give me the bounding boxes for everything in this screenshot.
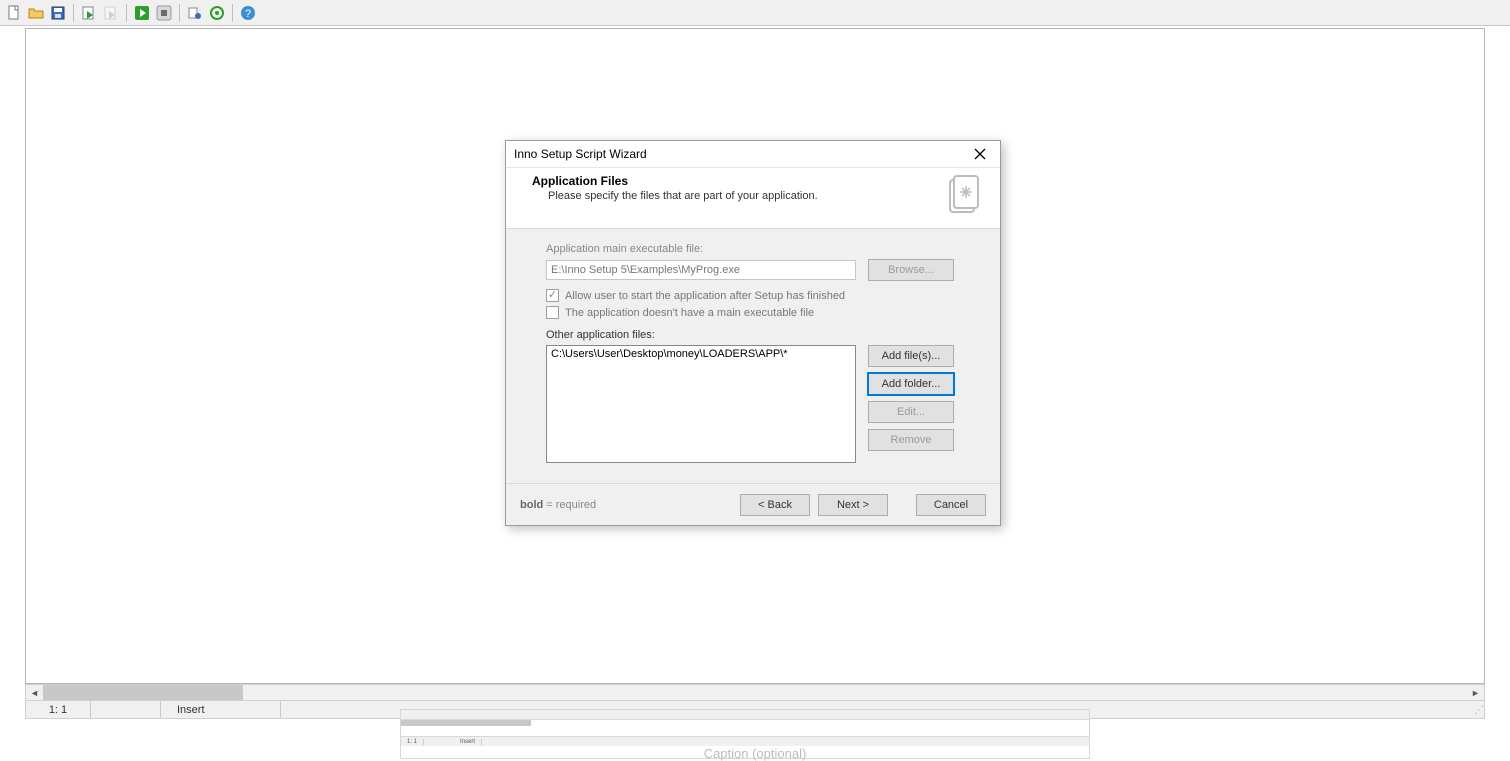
svg-text:?: ? <box>245 8 251 20</box>
dialog-footer: bold = required < Back Next > Cancel <box>506 483 1000 525</box>
exe-path-input <box>546 260 856 280</box>
next-button[interactable]: Next > <box>818 494 888 516</box>
scroll-track[interactable] <box>43 685 1467 700</box>
dialog-title-text: Inno Setup Script Wizard <box>514 147 647 161</box>
other-files-label: Other application files: <box>546 329 980 341</box>
status-mode: Insert <box>161 701 281 718</box>
main-toolbar: ? <box>0 0 1510 26</box>
no-main-exe-checkbox[interactable] <box>546 306 559 319</box>
dialog-heading: Application Files <box>532 174 938 188</box>
toolbar-separator <box>232 4 233 22</box>
back-button[interactable]: < Back <box>740 494 810 516</box>
no-main-exe-label: The application doesn't have a main exec… <box>565 307 814 319</box>
open-folder-icon[interactable] <box>26 3 46 23</box>
exe-label: Application main executable file: <box>546 243 980 255</box>
scroll-right-icon[interactable]: ► <box>1467 685 1484 700</box>
add-files-button[interactable]: Add file(s)... <box>868 345 954 367</box>
required-hint: bold = required <box>520 499 596 511</box>
new-file-icon[interactable] <box>4 3 24 23</box>
edit-button: Edit... <box>868 401 954 423</box>
allow-start-checkbox[interactable] <box>546 289 559 302</box>
status-empty <box>91 701 161 718</box>
list-item[interactable]: C:\Users\User\Desktop\money\LOADERS\APP\… <box>551 348 851 360</box>
save-icon[interactable] <box>48 3 68 23</box>
thumb-mode: Insert <box>454 739 482 745</box>
stop-icon[interactable] <box>154 3 174 23</box>
dialog-body: Application main executable file: Browse… <box>506 229 1000 483</box>
dialog-header: Application Files Please specify the fil… <box>506 168 1000 229</box>
toolbar-separator <box>73 4 74 22</box>
toolbar-separator <box>126 4 127 22</box>
help-icon[interactable]: ? <box>238 3 258 23</box>
toolbar-separator <box>179 4 180 22</box>
remove-button: Remove <box>868 429 954 451</box>
other-files-listbox[interactable]: C:\Users\User\Desktop\money\LOADERS\APP\… <box>546 345 856 463</box>
wizard-dialog: Inno Setup Script Wizard Application Fil… <box>505 140 1001 526</box>
cancel-button[interactable]: Cancel <box>916 494 986 516</box>
add-folder-button[interactable]: Add folder... <box>868 373 954 395</box>
wizard-page-icon <box>946 174 982 218</box>
horizontal-scrollbar[interactable]: ◄ ► <box>25 684 1485 701</box>
status-position: 1: 1 <box>26 701 91 718</box>
build-disabled-icon <box>101 3 121 23</box>
resize-grip-icon[interactable]: ⋰ <box>1468 702 1484 718</box>
dialog-titlebar[interactable]: Inno Setup Script Wizard <box>506 141 1000 168</box>
close-icon[interactable] <box>968 144 992 164</box>
scroll-thumb[interactable] <box>43 685 243 700</box>
dialog-subheading: Please specify the files that are part o… <box>532 190 938 202</box>
thumb-pos: 1: 1 <box>401 739 424 745</box>
allow-start-label: Allow user to start the application afte… <box>565 290 845 302</box>
browse-button: Browse... <box>868 259 954 281</box>
run-icon[interactable] <box>132 3 152 23</box>
compile-icon[interactable] <box>79 3 99 23</box>
target-icon[interactable] <box>207 3 227 23</box>
scroll-left-icon[interactable]: ◄ <box>26 685 43 700</box>
debugger-icon[interactable] <box>185 3 205 23</box>
